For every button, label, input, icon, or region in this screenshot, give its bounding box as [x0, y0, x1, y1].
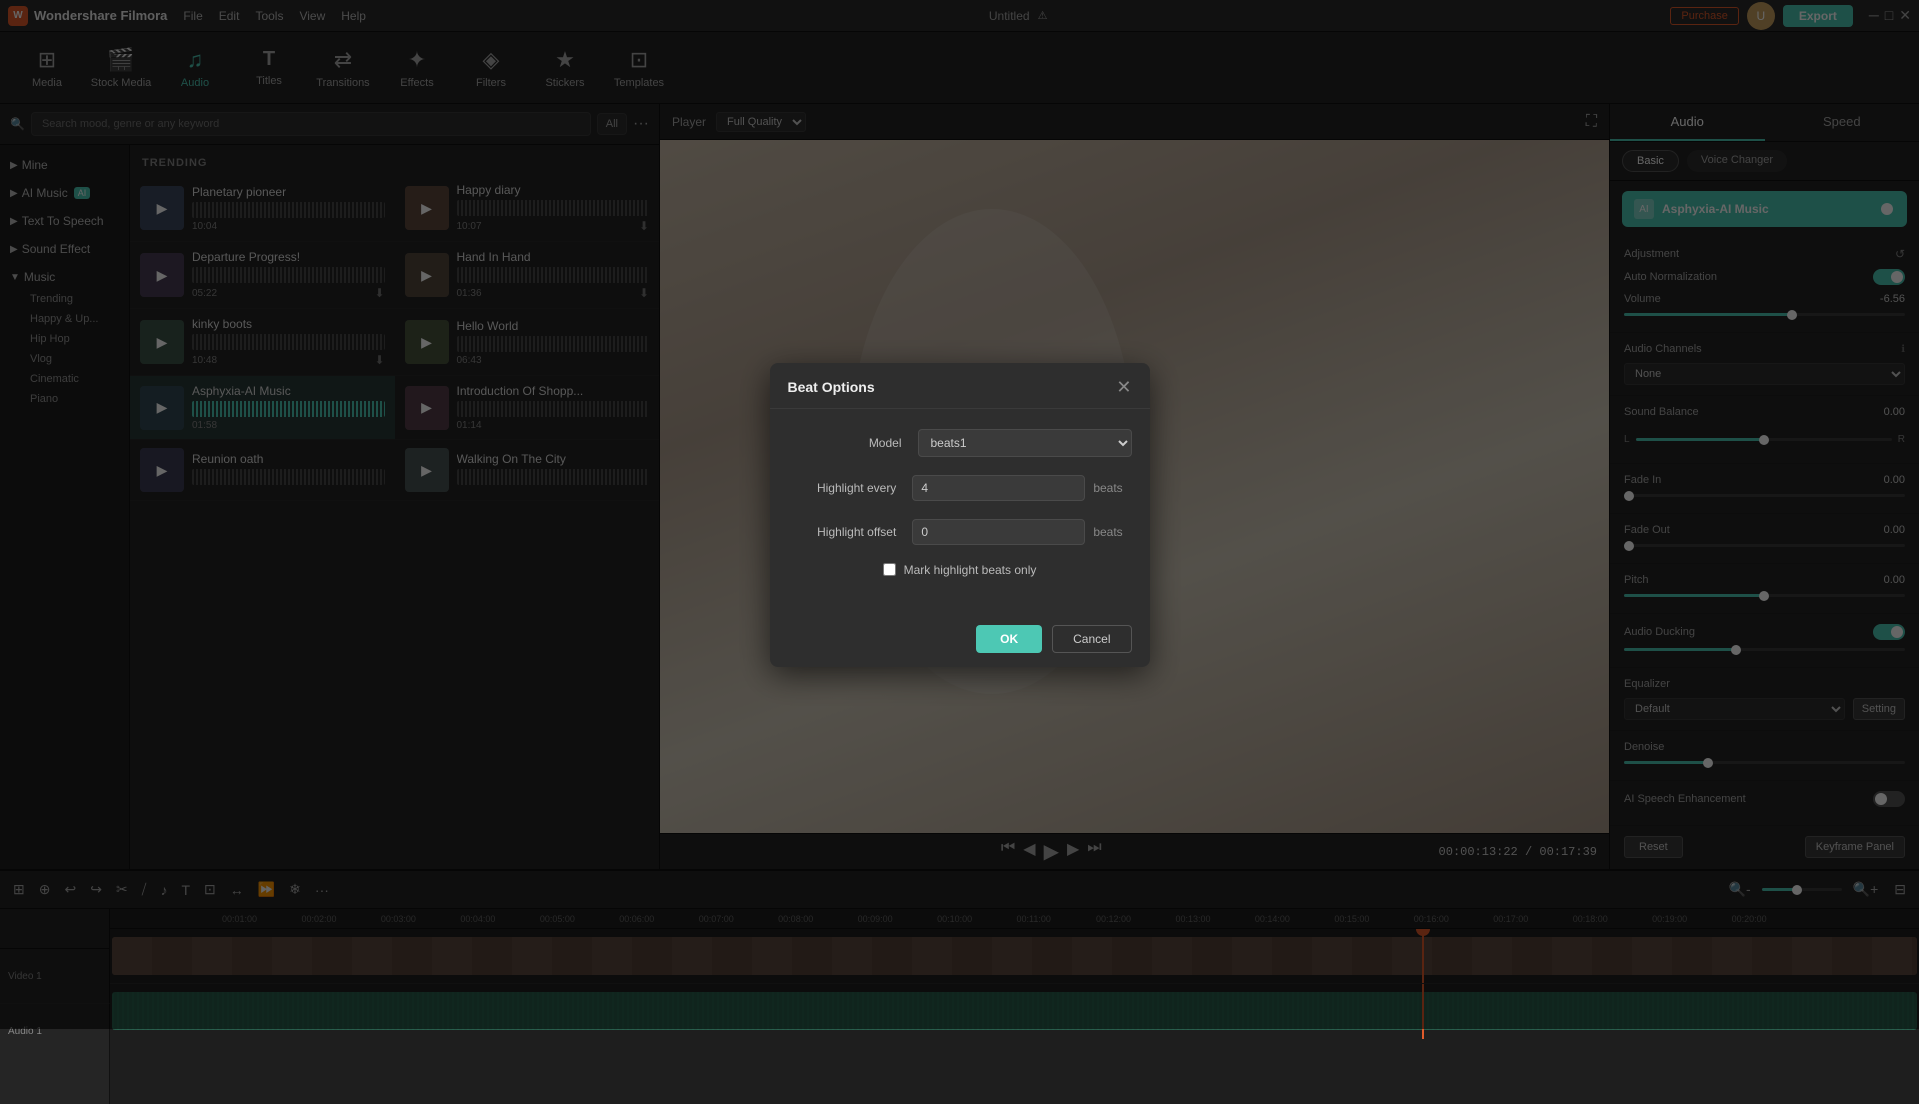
highlight-offset-unit: beats: [1093, 525, 1131, 539]
dialog-overlay[interactable]: Beat Options ✕ Model beats1 beats2 Highl…: [0, 0, 1919, 1029]
dialog-title: Beat Options: [788, 379, 875, 395]
highlight-every-label: Highlight every: [788, 481, 913, 495]
dialog-close-button[interactable]: ✕: [1116, 377, 1131, 398]
dialog-footer: OK Cancel: [770, 615, 1150, 667]
mark-highlight-checkbox[interactable]: [883, 563, 896, 576]
highlight-offset-input[interactable]: [912, 519, 1085, 545]
dialog-body: Model beats1 beats2 Highlight every beat…: [770, 409, 1150, 615]
mark-highlight-label: Mark highlight beats only: [904, 563, 1037, 577]
model-row: Model beats1 beats2: [788, 429, 1132, 457]
model-label: Model: [788, 436, 918, 450]
highlight-every-input[interactable]: [912, 475, 1085, 501]
ok-button[interactable]: OK: [976, 625, 1042, 653]
beat-options-dialog: Beat Options ✕ Model beats1 beats2 Highl…: [770, 363, 1150, 667]
cancel-button[interactable]: Cancel: [1052, 625, 1131, 653]
highlight-offset-label: Highlight offset: [788, 525, 913, 539]
highlight-offset-row: Highlight offset beats: [788, 519, 1132, 545]
highlight-every-unit: beats: [1093, 481, 1131, 495]
mark-highlight-row: Mark highlight beats only: [788, 563, 1132, 577]
dialog-header: Beat Options ✕: [770, 363, 1150, 409]
highlight-every-row: Highlight every beats: [788, 475, 1132, 501]
model-select[interactable]: beats1 beats2: [918, 429, 1132, 457]
